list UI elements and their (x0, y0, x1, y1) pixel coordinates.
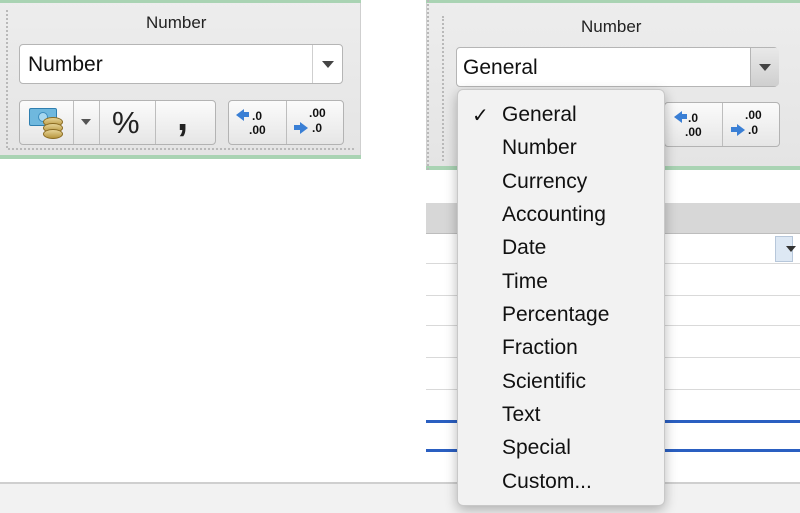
group-left-divider (6, 10, 8, 148)
group-left-divider (442, 16, 444, 161)
chevron-down-icon (759, 64, 771, 71)
decimal-bottom-text: .0 (312, 121, 323, 135)
number-format-select[interactable]: Number (19, 44, 343, 84)
number-format-value: General (463, 56, 538, 79)
bottom-bar (0, 482, 800, 513)
chevron-down-icon (786, 246, 796, 252)
chevron-down-icon (81, 119, 91, 125)
menu-item-currency[interactable]: Currency (502, 170, 587, 194)
decimal-bottom-text: .00 (685, 125, 702, 139)
group-edge-divider (427, 0, 431, 170)
comma-style-button[interactable]: , (156, 95, 215, 144)
menu-item-date[interactable]: Date (502, 236, 546, 260)
arrow-head (737, 124, 745, 136)
decimal-bottom-text: .00 (249, 123, 266, 137)
number-format-dropdown-menu: ✓ General Number Currency Accounting Dat… (457, 89, 665, 506)
decimal-top-text: .0 (252, 109, 263, 123)
group-title: Number (581, 17, 642, 36)
menu-item-custom[interactable]: Custom... (502, 470, 592, 494)
number-format-select[interactable]: General (456, 47, 779, 87)
group-bottom-divider (8, 148, 354, 150)
decimal-bottom-text: .0 (748, 123, 759, 137)
menu-item-scientific[interactable]: Scientific (502, 370, 586, 394)
increase-decimal-button[interactable]: .00 .0 (723, 104, 779, 145)
ribbon-bottom-border (0, 155, 361, 159)
select-arrow-area (750, 48, 779, 86)
chevron-down-icon (322, 61, 334, 68)
number-format-value: Number (28, 53, 103, 76)
group-title: Number (146, 13, 207, 32)
accounting-format-dropdown[interactable] (74, 101, 98, 144)
decrease-decimal-button[interactable]: .0 .00 (666, 104, 721, 145)
percent-style-button[interactable]: % (100, 101, 155, 144)
menu-item-special[interactable]: Special (502, 436, 571, 460)
menu-item-fraction[interactable]: Fraction (502, 336, 578, 360)
arrow-head (300, 122, 308, 134)
decimal-top-text: .00 (745, 108, 762, 122)
arrow-shaft (681, 114, 687, 119)
menu-item-percentage[interactable]: Percentage (502, 303, 609, 327)
coin-icon (43, 129, 63, 139)
select-arrow-area (312, 45, 344, 83)
decimal-top-text: .0 (688, 111, 699, 125)
decimal-top-text: .00 (309, 106, 326, 120)
ribbon-top-border (426, 0, 800, 3)
menu-item-accounting[interactable]: Accounting (502, 203, 606, 227)
checkmark-icon: ✓ (472, 105, 489, 127)
percent-icon: % (112, 105, 140, 140)
comma-icon: , (177, 95, 189, 139)
menu-item-general[interactable]: General (502, 103, 577, 127)
filter-dropdown-button[interactable] (775, 236, 796, 262)
arrow-shaft (243, 112, 249, 117)
decrease-decimal-button[interactable]: .0 .00 (230, 102, 285, 143)
ribbon-top-border (0, 0, 361, 3)
menu-item-number[interactable]: Number (502, 136, 577, 160)
menu-item-text[interactable]: Text (502, 403, 541, 427)
increase-decimal-button[interactable]: .00 .0 (287, 102, 343, 143)
menu-item-time[interactable]: Time (502, 270, 548, 294)
accounting-format-button[interactable] (27, 106, 71, 140)
